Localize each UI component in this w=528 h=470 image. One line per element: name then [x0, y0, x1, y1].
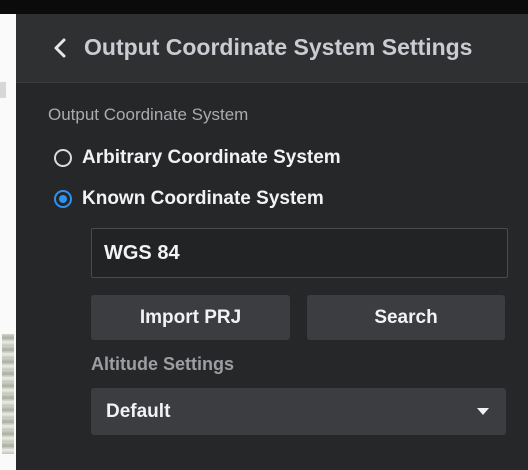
window-top-edge: [0, 0, 528, 14]
chevron-left-icon[interactable]: [50, 36, 72, 60]
radio-button[interactable]: [54, 149, 72, 167]
radio-arbitrary-coordinate-system[interactable]: Arbitrary Coordinate System: [54, 145, 341, 171]
radio-label: Known Coordinate System: [82, 188, 324, 209]
radio-known-coordinate-system[interactable]: Known Coordinate System: [54, 186, 324, 212]
map-texture: [0, 82, 6, 98]
map-viewport-edge: [0, 14, 16, 470]
radio-button-selected[interactable]: [54, 190, 72, 208]
altitude-settings-label: Altitude Settings: [91, 354, 234, 374]
dropdown-value: Default: [106, 400, 171, 422]
output-coordinate-settings-panel: Output Coordinate System Settings Output…: [16, 14, 528, 470]
import-prj-button[interactable]: Import PRJ: [91, 295, 290, 340]
screen: Output Coordinate System Settings Output…: [0, 0, 528, 470]
page-title: Output Coordinate System Settings: [84, 34, 473, 60]
coordinate-system-field[interactable]: WGS 84: [91, 228, 508, 278]
radio-label: Arbitrary Coordinate System: [82, 147, 341, 168]
map-texture: [2, 334, 14, 454]
output-coordinate-system-label: Output Coordinate System: [48, 105, 249, 124]
caret-down-icon: [477, 408, 489, 415]
search-button[interactable]: Search: [307, 295, 505, 340]
altitude-settings-dropdown[interactable]: Default: [91, 388, 506, 435]
panel-header: Output Coordinate System Settings: [16, 14, 528, 83]
